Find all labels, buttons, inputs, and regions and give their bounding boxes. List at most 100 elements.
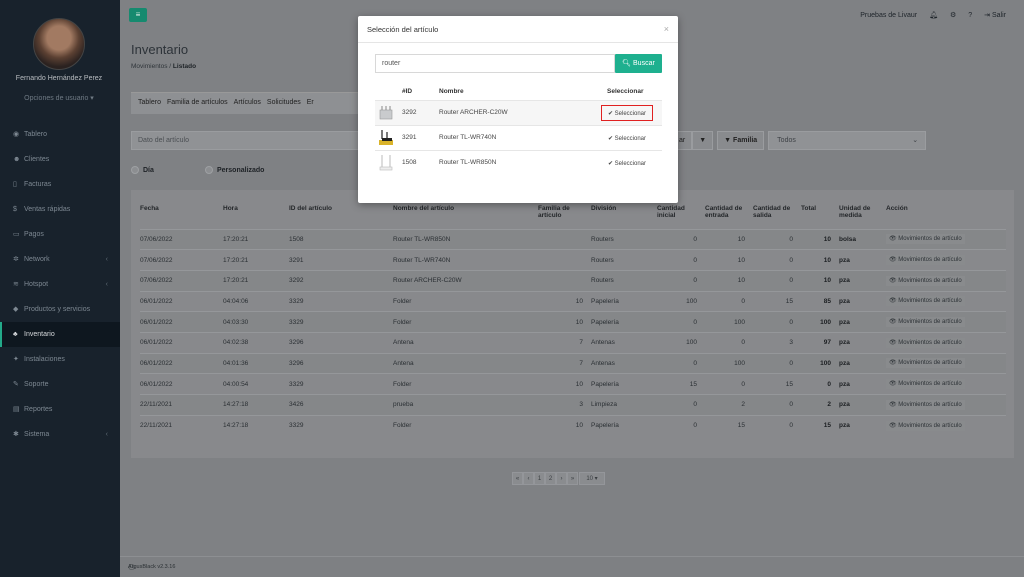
sidebar-item-clientes[interactable]: ☻ Clientes — [0, 147, 120, 172]
user-options-dropdown[interactable]: Opciones de usuario ▾ — [0, 94, 118, 102]
table-cell: pza — [839, 269, 886, 292]
movements-button[interactable]: 👁︎ Movimientos de artículo — [886, 234, 965, 245]
movements-button[interactable]: 👁︎ Movimientos de artículo — [886, 379, 965, 390]
table-cell: 3296 — [289, 352, 393, 374]
radio-circle — [131, 166, 139, 174]
movements-button[interactable]: 👁︎ Movimientos de artículo — [886, 275, 965, 286]
result-select-cell: ✔ Seleccionar — [601, 99, 662, 125]
table-cell: 0 — [705, 331, 753, 354]
pager-item[interactable]: » — [567, 472, 578, 485]
sidebar-item-network[interactable]: ✲ Network ‹ — [0, 247, 120, 272]
table-cell: 2 — [801, 394, 839, 416]
table-cell: 06/01/2022 — [140, 373, 223, 395]
sidebar-item-inventario[interactable]: ♣ Inventario — [0, 322, 120, 347]
table-cell: Antena — [393, 352, 538, 374]
settings-icon[interactable]: ⚙︎ — [950, 11, 956, 19]
users-icon: ☻ — [13, 156, 21, 163]
movements-button[interactable]: 👁︎ Movimientos de artículo — [886, 358, 965, 369]
inventory-tabs: Tablero Familia de artículos Artículos Soli… — [131, 92, 367, 114]
select-button[interactable]: ✔ Seleccionar — [601, 104, 653, 121]
family-label: ▼ Familia — [717, 131, 765, 150]
sidebar-item-label: Clientes — [24, 156, 50, 163]
tab-artículos[interactable]: Artículos — [232, 93, 265, 114]
radio-custom[interactable]: Personalizado — [205, 166, 264, 174]
sidebar-item-sistema[interactable]: ✱ Sistema ‹ — [0, 422, 120, 447]
movements-button[interactable]: 👁︎ Movimientos de artículo — [886, 337, 965, 348]
table-cell: 0 — [753, 311, 801, 333]
table-cell — [538, 228, 591, 250]
pager-item[interactable]: 2 — [545, 472, 556, 485]
table-cell: 17:20:21 — [223, 249, 289, 271]
close-icon[interactable]: × — [664, 24, 669, 34]
table-cell: 100 — [705, 352, 753, 374]
pager-item[interactable]: ‹ — [523, 472, 534, 485]
sidebar-item-pagos[interactable]: ▭ Pagos — [0, 222, 120, 247]
tab-tablero[interactable]: Tablero — [136, 93, 165, 114]
wifi-icon: ≋ — [13, 281, 19, 288]
sidebar-item-productos-y-servicios[interactable]: ◆ Productos y servicios — [0, 297, 120, 322]
eye-icon: 👁︎ — [889, 360, 899, 367]
filter-ar-label: ar — [679, 137, 686, 144]
article-filter-input[interactable]: Dato del artículo — [131, 131, 361, 150]
select-button[interactable]: ✔ Seleccionar — [601, 155, 653, 171]
logout-label: Salir — [991, 12, 1006, 19]
sidebar-item-hotspot[interactable]: ≋ Hotspot ‹ — [0, 272, 120, 297]
tab-er[interactable]: Er — [305, 93, 318, 114]
menu-toggle-button[interactable]: ≡ — [129, 8, 147, 22]
logout-link[interactable]: ⇥ Salir — [984, 11, 1006, 19]
movements-button[interactable]: 👁︎ Movimientos de artículo — [886, 420, 965, 431]
table-cell-action: 👁︎ Movimientos de artículo — [886, 352, 1006, 374]
table-cell: 0 — [657, 352, 705, 374]
breadcrumb-parent[interactable]: Movimientos — [131, 63, 167, 70]
pager-item[interactable]: › — [556, 472, 567, 485]
modal-search-input[interactable]: router — [375, 54, 615, 73]
table-cell: 10 — [705, 269, 753, 292]
movements-button[interactable]: 👁︎ Movimientos de artículo — [886, 296, 965, 307]
column-header — [375, 84, 402, 100]
eye-icon: 👁︎ — [889, 277, 899, 284]
table-cell: 0 — [705, 290, 753, 312]
chart-icon: ▤ — [13, 406, 20, 413]
account-name[interactable]: Pruebas de Livaur — [860, 12, 917, 19]
movements-button[interactable]: 👁︎ Movimientos de artículo — [886, 399, 965, 410]
movements-table: Fecha Hora ID del artículo Nombre del artíc… — [140, 202, 1006, 436]
eye-icon: 👁︎ — [889, 381, 899, 388]
table-cell: 04:04:06 — [223, 290, 289, 312]
pager-item[interactable]: 1 — [534, 472, 545, 485]
sidebar-item-tablero[interactable]: ◉ Tablero — [0, 122, 120, 147]
sidebar-item-instalaciones[interactable]: ✦ Instalaciones — [0, 347, 120, 372]
tab-familia-de-artículos[interactable]: Familia de artículos — [165, 93, 232, 114]
table-cell: 14:27:18 — [223, 414, 289, 436]
table-cell: 3329 — [289, 290, 393, 312]
table-row: 06/01/2022 04:02:38 3296 Antena 7 Antenas 100 0… — [140, 331, 1006, 354]
table-cell: Folder — [393, 290, 538, 312]
table-cell: 15 — [705, 414, 753, 436]
help-icon[interactable]: ? — [968, 12, 972, 19]
table-row: 06/01/2022 04:00:54 3329 Folder 10 Papelería 1… — [140, 373, 1006, 395]
family-select-value: Todos — [777, 137, 796, 144]
table-cell: 07/06/2022 — [140, 228, 223, 250]
eye-icon: 👁︎ — [889, 422, 899, 429]
pager-item[interactable]: « — [512, 472, 523, 485]
sidebar-item-reportes[interactable]: ▤ Reportes — [0, 397, 120, 422]
search-button[interactable]: 🔍︎ Buscar — [615, 54, 662, 73]
sidebar-item-ventas-rápidas[interactable]: $ Ventas rápidas — [0, 197, 120, 222]
table-cell: Router TL-WR740N — [393, 249, 538, 271]
radio-day[interactable]: Día — [131, 166, 154, 174]
table-cell: 100 — [801, 311, 839, 333]
family-select[interactable]: Todos ⌄ — [768, 131, 927, 150]
filter-icon[interactable]: ▼ — [692, 131, 714, 150]
sidebar-item-facturas[interactable]: ▯ Facturas — [0, 172, 120, 197]
movements-button[interactable]: 👁︎ Movimientos de artículo — [886, 317, 965, 328]
user-chat-icon[interactable]: ⚇ — [128, 563, 1012, 572]
sidebar-item-soporte[interactable]: ✎ Soporte — [0, 372, 120, 397]
bell-icon[interactable]: 🔔︎ — [929, 11, 938, 19]
sidebar-item-label: Sistema — [24, 431, 50, 438]
cubes-icon: ♣ — [13, 331, 18, 338]
tab-solicitudes[interactable]: Solicitudes — [265, 93, 305, 114]
movements-button[interactable]: 👁︎ Movimientos de artículo — [886, 255, 965, 266]
pager-item[interactable]: 10 ▾ — [579, 472, 605, 485]
avatar[interactable] — [33, 18, 85, 70]
select-button[interactable]: ✔ Seleccionar — [601, 130, 653, 146]
table-cell: 0 — [753, 414, 801, 436]
